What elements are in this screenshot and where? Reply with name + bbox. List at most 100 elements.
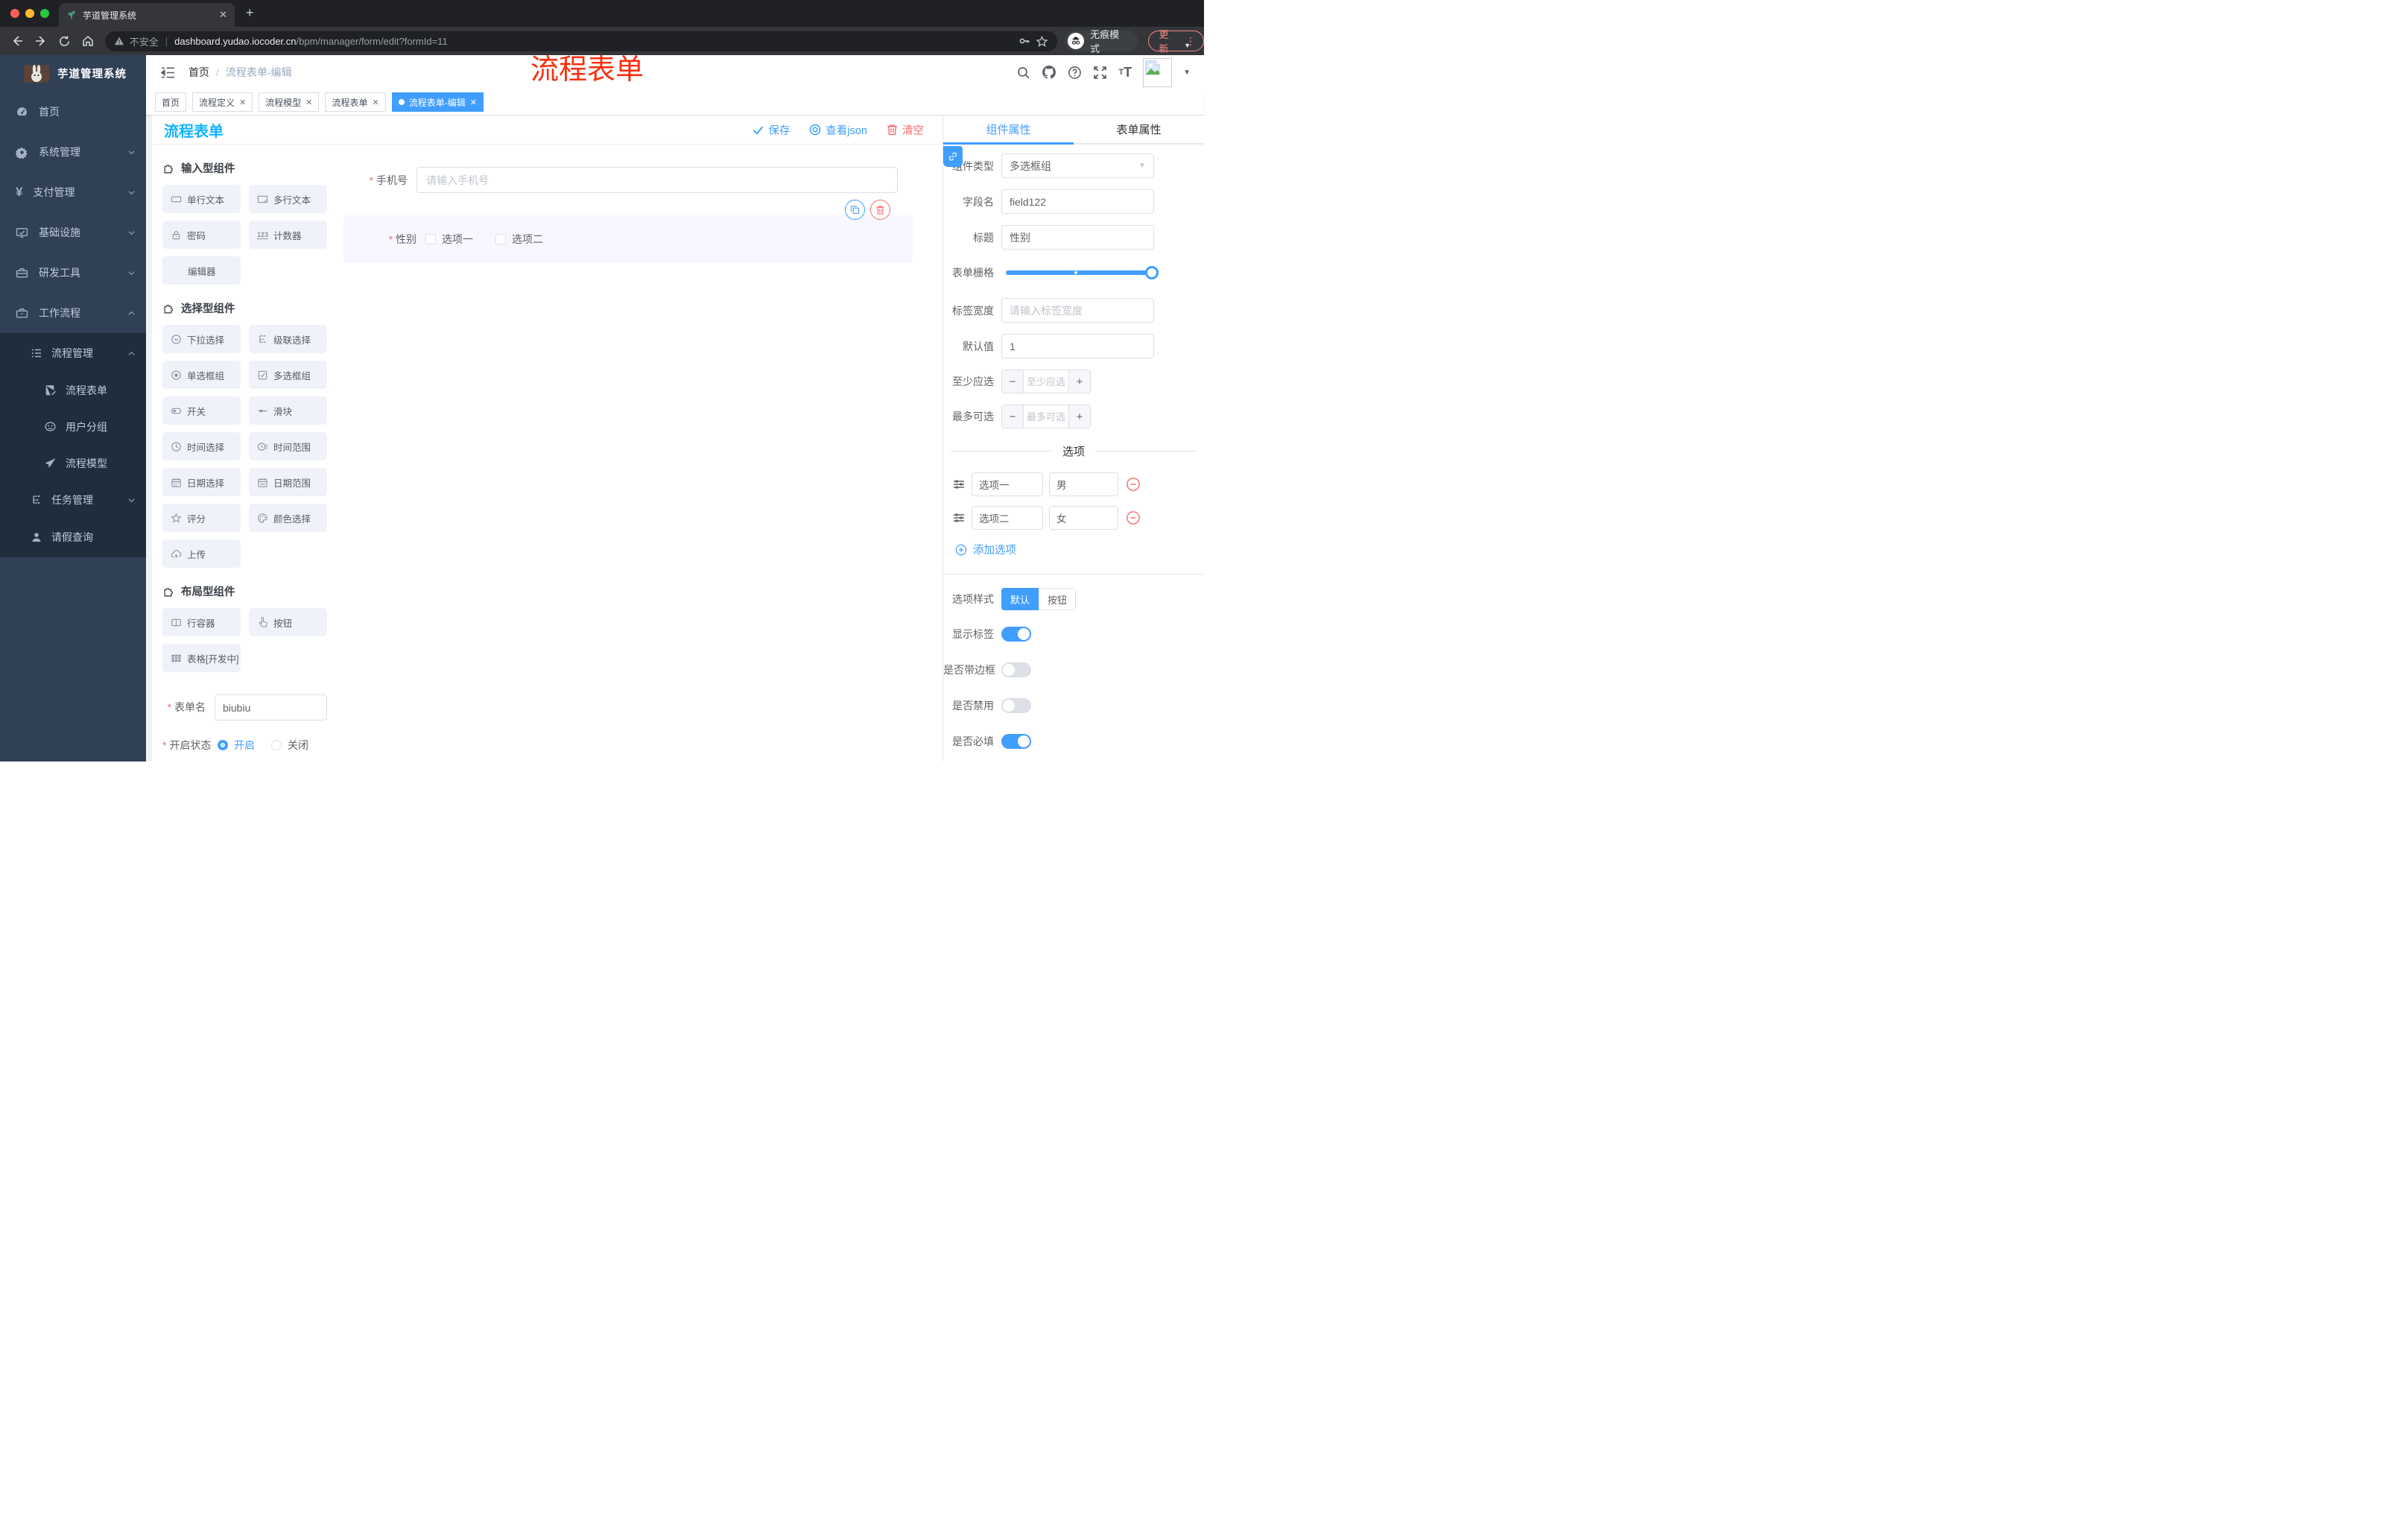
disabled-toggle[interactable] (1001, 698, 1031, 713)
form-canvas[interactable]: 手机号 性别 (335, 145, 942, 762)
breadcrumb-home[interactable]: 首页 (188, 65, 209, 80)
sidebar-item-infra[interactable]: 基础设施 (0, 212, 146, 253)
forward-icon[interactable] (30, 30, 52, 52)
slider-handle[interactable] (1145, 266, 1159, 279)
home-icon[interactable] (77, 30, 99, 52)
required-toggle[interactable] (1001, 734, 1031, 749)
font-size-icon[interactable]: TT (1118, 65, 1132, 80)
palette-item-switch[interactable]: 开关 (162, 396, 241, 425)
sidebar-item-process-form[interactable]: 流程表单 (0, 372, 146, 408)
tab-close-icon[interactable]: ✕ (219, 9, 227, 21)
sidebar-item-system[interactable]: 系统管理 (0, 132, 146, 172)
min-select-stepper[interactable]: − + (1001, 370, 1091, 393)
window-controls[interactable] (10, 9, 49, 18)
palette-item-row-container[interactable]: 行容器 (162, 608, 241, 636)
increase-icon[interactable]: + (1068, 405, 1090, 428)
phone-input[interactable] (416, 167, 898, 193)
delete-component-button[interactable] (870, 200, 890, 220)
palette-item-checkbox-group[interactable]: 多选框组 (249, 361, 327, 389)
save-button[interactable]: 保存 (752, 122, 790, 138)
copy-component-button[interactable] (845, 200, 865, 220)
canvas-field-gender-selected[interactable]: 性别 选项一 选项二 (343, 200, 913, 263)
tag-home[interactable]: 首页 (155, 92, 187, 112)
new-tab-button[interactable]: + (246, 6, 254, 19)
gender-option-1-checkbox[interactable]: 选项一 (425, 232, 473, 247)
search-icon[interactable] (1016, 66, 1030, 80)
option-1-label-input[interactable] (972, 472, 1043, 496)
add-option-button[interactable]: 添加选项 (943, 542, 1204, 557)
bookmark-star-icon[interactable] (1036, 35, 1048, 48)
option-2-value-input[interactable] (1049, 506, 1118, 530)
option-style-segmented[interactable]: 默认 按钮 (1001, 588, 1076, 610)
tab-component-props[interactable]: 组件属性 (943, 115, 1074, 145)
status-radio-closed[interactable]: 关闭 (271, 738, 308, 753)
palette-item-table[interactable]: 表格[开发中] (162, 644, 241, 672)
app-logo-row[interactable]: 芋道管理系统 (0, 55, 146, 92)
sidebar-item-leave-query[interactable]: 请假查询 (0, 519, 146, 556)
palette-item-rate[interactable]: 评分 (162, 504, 241, 532)
link-handle[interactable] (943, 146, 963, 167)
sidebar-item-task-management[interactable]: 任务管理 (0, 481, 146, 519)
security-label[interactable]: 不安全 (130, 34, 159, 48)
collapse-sidebar-icon[interactable] (161, 66, 175, 79)
drag-handle-icon[interactable] (952, 512, 966, 524)
style-button-button[interactable]: 按钮 (1039, 588, 1076, 610)
tag-process-model[interactable]: 流程模型 ✕ (259, 92, 320, 112)
canvas-field-phone[interactable]: 手机号 (335, 167, 942, 193)
tag-process-form[interactable]: 流程表单 ✕ (325, 92, 386, 112)
close-icon[interactable]: ✕ (305, 98, 312, 107)
avatar-caret-icon[interactable]: ▼ (1183, 69, 1191, 77)
palette-item-select[interactable]: 下拉选择 (162, 325, 241, 353)
palette-item-password[interactable]: 密码 (162, 221, 241, 249)
palette-item-cascader[interactable]: 级联选择 (249, 325, 327, 353)
increase-icon[interactable]: + (1068, 370, 1090, 393)
palette-item-color-picker[interactable]: 颜色选择 (249, 504, 327, 532)
palette-item-date-range[interactable]: 日期范围 (249, 468, 327, 496)
github-icon[interactable] (1042, 65, 1056, 80)
checkbox[interactable] (425, 234, 436, 244)
palette-item-radio-group[interactable]: 单选框组 (162, 361, 241, 389)
remove-option-button[interactable] (1126, 510, 1141, 525)
close-icon[interactable]: ✕ (373, 98, 379, 107)
gender-option-2-checkbox[interactable]: 选项二 (495, 232, 543, 247)
reload-icon[interactable] (53, 30, 75, 52)
tag-process-form-edit[interactable]: 流程表单-编辑 ✕ (391, 92, 484, 112)
default-value-input[interactable] (1001, 334, 1154, 358)
minimize-window-button[interactable] (25, 9, 34, 18)
max-select-input[interactable] (1024, 405, 1068, 428)
not-secure-warning-icon[interactable] (114, 36, 124, 46)
style-default-button[interactable]: 默认 (1001, 588, 1039, 610)
avatar[interactable] (1143, 57, 1173, 87)
form-grid-slider[interactable] (1006, 261, 1159, 285)
title-input[interactable] (1001, 225, 1154, 250)
palette-item-time-picker[interactable]: 时间选择 (162, 432, 241, 460)
url-text[interactable]: dashboard.yudao.iocoder.cn/bpm/manager/f… (174, 36, 448, 47)
decrease-icon[interactable]: − (1002, 405, 1024, 428)
view-json-button[interactable]: 查看json (809, 122, 867, 138)
tag-process-definition[interactable]: 流程定义 ✕ (192, 92, 253, 112)
palette-item-slider[interactable]: 滑块 (249, 396, 327, 425)
show-label-toggle[interactable] (1001, 627, 1031, 642)
option-1-value-input[interactable] (1049, 472, 1118, 496)
component-type-select[interactable]: 多选框组 ▼ (1001, 153, 1154, 178)
fullscreen-icon[interactable] (1093, 66, 1107, 80)
label-width-input[interactable] (1001, 298, 1154, 323)
sidebar-item-dev-tools[interactable]: 研发工具 (0, 253, 146, 293)
sidebar-item-home[interactable]: 首页 (0, 92, 146, 132)
back-icon[interactable] (6, 30, 28, 52)
palette-item-multi-line-text[interactable]: 多行文本 (249, 185, 327, 213)
palette-item-button[interactable]: 按钮 (249, 608, 327, 636)
max-select-stepper[interactable]: − + (1001, 405, 1091, 428)
decrease-icon[interactable]: − (1002, 370, 1024, 393)
checkbox[interactable] (495, 234, 506, 244)
close-window-button[interactable] (10, 9, 19, 18)
palette-item-single-line-text[interactable]: 单行文本 (162, 185, 241, 213)
zoom-window-button[interactable] (40, 9, 49, 18)
drag-handle-icon[interactable] (952, 478, 966, 490)
browser-tab[interactable]: 芋道管理系统 ✕ (59, 3, 235, 27)
tab-form-props[interactable]: 表单属性 (1074, 115, 1204, 143)
remove-option-button[interactable] (1126, 477, 1141, 492)
sidebar-item-payment[interactable]: ¥ 支付管理 (0, 172, 146, 212)
min-select-input[interactable] (1024, 370, 1068, 393)
browser-update-button[interactable]: 更新 ⋮ (1147, 29, 1205, 54)
